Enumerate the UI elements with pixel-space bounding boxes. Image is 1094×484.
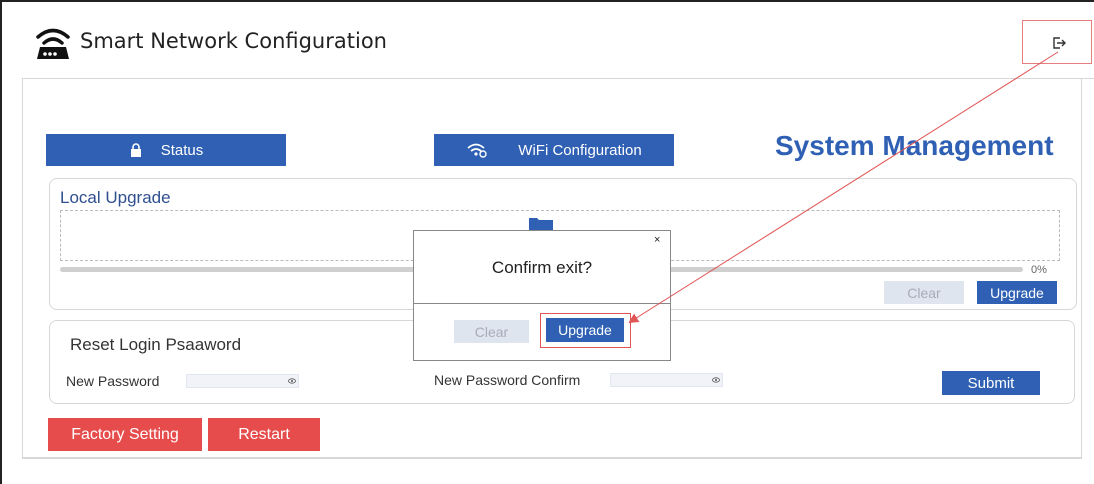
annotation-arrow	[628, 51, 1059, 324]
